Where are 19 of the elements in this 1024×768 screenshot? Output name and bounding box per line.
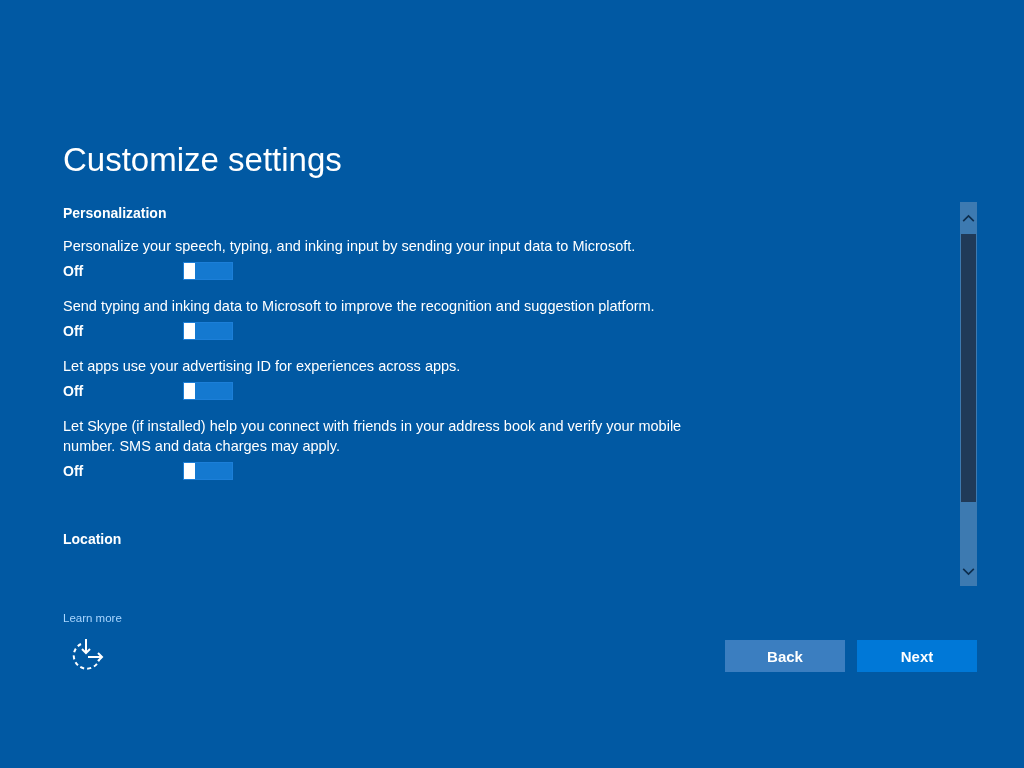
setting-description: Send typing and inking data to Microsoft to improve the recognition and suggestion platform. bbox=[63, 297, 656, 316]
toggle-state-label: Off bbox=[63, 463, 85, 479]
toggle-state-label: Off bbox=[63, 263, 85, 279]
back-button[interactable]: Back bbox=[725, 640, 845, 672]
setting-description: Let apps use your advertising ID for experiences across apps. bbox=[63, 357, 462, 376]
toggle-switch[interactable] bbox=[183, 322, 233, 340]
toggle-state-label: Off bbox=[63, 383, 85, 399]
next-button[interactable]: Next bbox=[857, 640, 977, 672]
setting-description: Personalize your speech, typing, and inking input by sending your input data to Microsoft. bbox=[63, 237, 637, 256]
setting-description: Let Skype (if installed) help you connect with friends in your address book and verify your mobile number. SMS and data charges may apply. bbox=[63, 417, 683, 456]
scrollbar[interactable] bbox=[960, 202, 977, 586]
section-heading: Location bbox=[63, 530, 123, 548]
toggle-switch[interactable] bbox=[183, 262, 233, 280]
section-heading: Personalization bbox=[63, 204, 168, 222]
toggle-state-label: Off bbox=[63, 323, 85, 339]
learn-more-link[interactable]: Learn more bbox=[63, 612, 122, 624]
toggle-switch[interactable] bbox=[183, 462, 233, 480]
page-title: Customize settings bbox=[63, 140, 343, 180]
toggle-switch[interactable] bbox=[183, 382, 233, 400]
